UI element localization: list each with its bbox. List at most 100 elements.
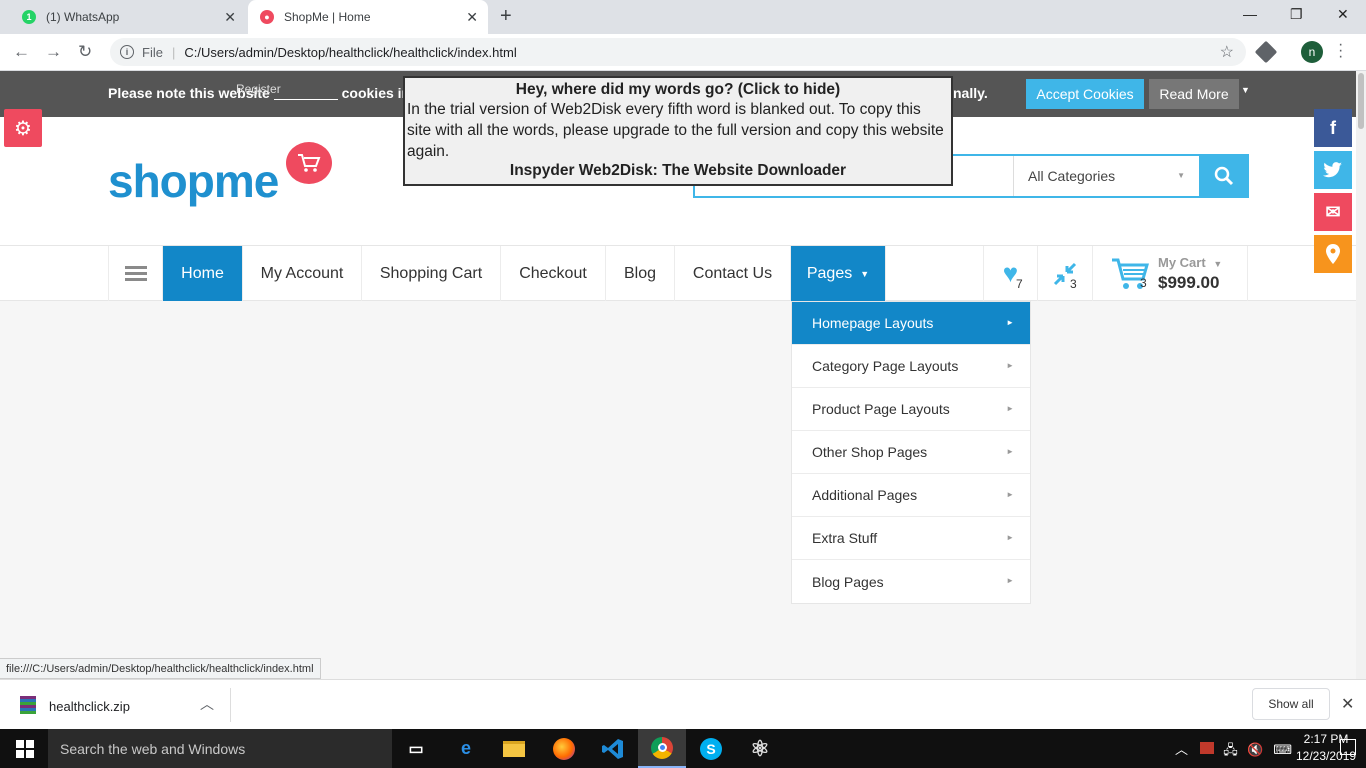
info-icon[interactable]: i — [120, 45, 134, 59]
nav-my-account[interactable]: My Account — [243, 246, 362, 301]
popup-footer: Inspyder Web2Disk: The Website Downloade… — [509, 162, 847, 179]
read-more-button[interactable]: Read More — [1149, 79, 1239, 109]
address-bar: ← → ↻ i File | C:/Users/admin/Desktop/he… — [0, 34, 1366, 71]
nav-pages-label: Pages — [806, 264, 853, 282]
download-bar: healthclick.zip ︿ Show all ✕ — [0, 679, 1366, 729]
divider — [230, 688, 231, 722]
download-filename[interactable]: healthclick.zip — [49, 699, 130, 714]
scrollbar-thumb[interactable] — [1358, 73, 1364, 129]
tab-label: ShopMe | Home — [284, 10, 371, 24]
maximize-button[interactable]: ❐ — [1290, 6, 1303, 23]
search-button[interactable] — [1199, 154, 1249, 198]
cart-count: 3 — [1140, 276, 1147, 290]
chevron-right-icon: ► — [1006, 533, 1014, 542]
chevron-right-icon: ► — [1006, 318, 1014, 327]
wishlist-button[interactable]: ♥ 7 — [983, 246, 1038, 301]
close-tab-icon[interactable]: ✕ — [466, 9, 478, 26]
register-link[interactable]: Register — [236, 82, 281, 96]
firefox-icon[interactable] — [540, 729, 588, 768]
scrollbar[interactable] — [1356, 71, 1366, 679]
task-view-icon[interactable]: ▭ — [392, 729, 440, 768]
cart-total: $999.00 — [1158, 273, 1220, 292]
chevron-right-icon: ► — [1006, 576, 1014, 585]
nav-blog[interactable]: Blog — [606, 246, 675, 301]
vscode-icon[interactable] — [589, 729, 637, 768]
email-icon[interactable]: ✉ — [1314, 193, 1352, 231]
app-tray-icon[interactable] — [1199, 742, 1214, 754]
caret-down-icon: ▼ — [1177, 171, 1185, 180]
settings-gear-icon[interactable]: ⚙ — [4, 109, 42, 147]
chevron-up-icon[interactable]: ︿ — [200, 694, 214, 714]
shopme-favicon-icon: ● — [260, 10, 274, 24]
chrome-icon[interactable] — [638, 729, 686, 768]
close-tab-icon[interactable]: ✕ — [224, 9, 236, 26]
twitter-icon[interactable] — [1314, 151, 1352, 189]
system-tray: ︿ 🖧 🔇 ⌨ — [1175, 739, 1292, 763]
dropdown-item[interactable]: Other Shop Pages ► — [792, 431, 1030, 474]
dropdown-item[interactable]: Blog Pages ► — [792, 560, 1030, 603]
divider: | — [171, 44, 176, 60]
taskbar-search[interactable]: Search the web and Windows — [48, 729, 392, 768]
skype-icon[interactable]: S — [687, 729, 735, 768]
social-sidebar: f ✉ — [1314, 109, 1352, 277]
windows-start-icon[interactable] — [16, 740, 34, 758]
dropdown-item[interactable]: Additional Pages ► — [792, 474, 1030, 517]
compare-count: 3 — [1070, 277, 1077, 291]
omnibox[interactable]: i File | C:/Users/admin/Desktop/healthcl… — [110, 38, 1246, 66]
nav-pages[interactable]: Pages ▼ — [791, 246, 886, 301]
kebab-menu-icon[interactable]: · · · — [1338, 37, 1343, 65]
tab-label: (1) WhatsApp — [46, 10, 120, 24]
file-explorer-icon[interactable] — [490, 729, 538, 768]
chevron-right-icon: ► — [1006, 490, 1014, 499]
url-text[interactable]: C:/Users/admin/Desktop/healthclick/healt… — [184, 45, 516, 60]
logo-text: shopme — [108, 155, 279, 207]
edge-icon[interactable]: e — [442, 729, 490, 768]
chevron-up-icon[interactable]: ︿ — [1175, 742, 1188, 757]
search-icon — [1214, 166, 1234, 186]
popup-body: In the trial version of Web2Disk every f… — [407, 101, 944, 160]
web2disk-notice-popup[interactable]: Hey, where did my words go? (Click to hi… — [403, 76, 953, 186]
winrar-archive-icon — [20, 696, 36, 714]
wishlist-count: 7 — [1016, 277, 1023, 291]
network-icon[interactable]: 🖧 — [1223, 742, 1238, 757]
facebook-icon[interactable]: f — [1314, 109, 1352, 147]
close-window-button[interactable]: ✕ — [1337, 6, 1349, 23]
dropdown-item[interactable]: Category Page Layouts ► — [792, 345, 1030, 388]
minimize-button[interactable]: — — [1243, 6, 1257, 22]
cart-label[interactable]: My Cart ▼ — [1158, 255, 1222, 270]
location-pin-icon[interactable] — [1314, 235, 1352, 273]
category-select[interactable]: All Categories ▼ — [1013, 156, 1199, 196]
back-arrow-icon[interactable]: ← — [13, 42, 30, 62]
volume-muted-icon[interactable]: 🔇 — [1247, 742, 1263, 757]
whatsapp-icon: 1 — [22, 10, 36, 24]
bookmark-star-icon[interactable]: ☆ — [1220, 42, 1234, 62]
nav-shopping-cart[interactable]: Shopping Cart — [362, 246, 501, 301]
reload-icon[interactable]: ↻ — [78, 42, 92, 62]
dropdown-item[interactable]: Extra Stuff ► — [792, 517, 1030, 560]
profile-avatar[interactable]: n — [1301, 41, 1323, 63]
nav-contact-us[interactable]: Contact Us — [675, 246, 791, 301]
accept-cookies-button[interactable]: Accept Cookies — [1026, 79, 1144, 109]
shopme-logo[interactable]: shopme — [108, 120, 348, 206]
forward-arrow-icon[interactable]: → — [45, 42, 62, 62]
dropdown-item[interactable]: Product Page Layouts ► — [792, 388, 1030, 431]
nav-home[interactable]: Home — [163, 246, 243, 301]
cart-bubble-icon — [286, 142, 332, 184]
close-icon[interactable]: ✕ — [1341, 694, 1354, 714]
dropdown-item[interactable]: Homepage Layouts ► — [792, 302, 1030, 345]
tab-strip: 1 (1) WhatsApp ✕ ● ShopMe | Home ✕ + — ❐… — [0, 0, 1366, 34]
keyboard-icon[interactable]: ⌨ — [1273, 742, 1292, 757]
compare-button[interactable]: 3 — [1038, 246, 1093, 301]
tab-whatsapp[interactable]: 1 (1) WhatsApp ✕ — [12, 0, 246, 34]
tab-shopme[interactable]: ● ShopMe | Home ✕ — [248, 0, 488, 34]
react-atom-icon[interactable]: ⚛ — [736, 729, 784, 768]
status-bar-url: file:///C:/Users/admin/Desktop/healthcli… — [0, 658, 321, 679]
notifications-icon[interactable] — [1340, 739, 1356, 755]
new-tab-button[interactable]: + — [500, 5, 512, 28]
caret-down-icon[interactable]: ▼ — [1241, 85, 1250, 95]
nav-checkout[interactable]: Checkout — [501, 246, 606, 301]
chevron-right-icon: ► — [1006, 361, 1014, 370]
pages-dropdown: Homepage Layouts ► Category Page Layouts ►… — [791, 301, 1031, 604]
hamburger-menu-icon[interactable] — [108, 246, 163, 301]
show-all-button[interactable]: Show all — [1252, 688, 1330, 720]
